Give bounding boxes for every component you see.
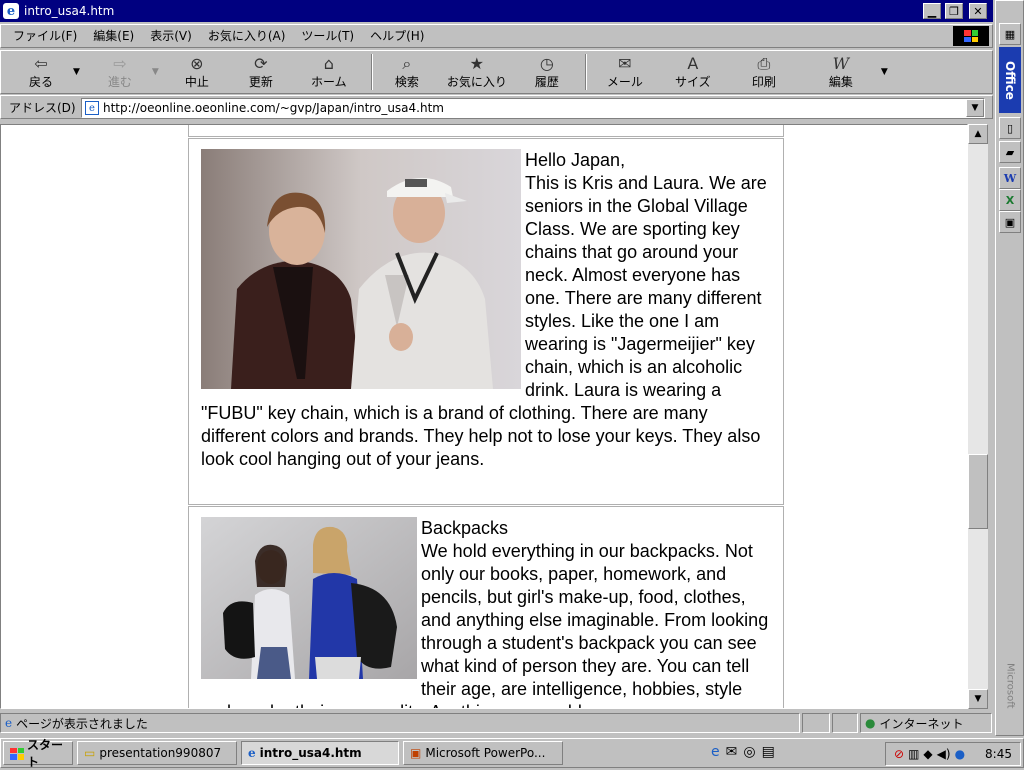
menu-help[interactable]: ヘルプ(H) xyxy=(362,25,432,47)
key-chains-card: Hello Japan, This is Kris and Laura. We … xyxy=(188,138,784,505)
system-tray: ⊘ ▥ ◆ ◀) ● 8:45 xyxy=(885,742,1021,766)
minimize-button[interactable]: ▁ xyxy=(923,3,941,19)
refresh-button[interactable]: ⟳ 更新 xyxy=(229,52,293,92)
status-text-panel: e ページが表示されました xyxy=(0,713,800,733)
home-button[interactable]: ⌂ ホーム xyxy=(297,52,361,92)
back-arrow-icon: ⇦ xyxy=(34,53,48,73)
office-menu-icon[interactable]: ▦ xyxy=(999,23,1021,45)
excel-icon[interactable]: X xyxy=(999,189,1021,211)
menu-file[interactable]: ファイル(F) xyxy=(5,25,85,47)
word-edit-icon: W xyxy=(832,53,850,73)
home-icon: ⌂ xyxy=(323,53,334,73)
internet-globe-icon: ● xyxy=(865,716,876,730)
forward-button[interactable]: ⇨ 進む xyxy=(90,52,150,92)
volume-icon[interactable]: ◀) xyxy=(937,747,951,761)
address-input[interactable]: e http://oeonline.oeonline.com/~gvp/Japa… xyxy=(81,98,985,118)
tray-icon[interactable]: ▥ xyxy=(908,747,919,761)
toolbar-separator xyxy=(370,54,373,90)
font-size-icon: A xyxy=(687,53,699,73)
tray-icon[interactable]: ⊘ xyxy=(894,747,904,761)
mail-button[interactable]: ✉ メール xyxy=(593,52,657,92)
address-dropdown-button[interactable]: ▼ xyxy=(966,99,984,117)
access-icon[interactable]: ▣ xyxy=(999,211,1021,233)
toolbar-separator xyxy=(584,54,587,90)
search-button[interactable]: ⌕ 検索 xyxy=(379,52,435,92)
security-zone-panel: ● インターネット xyxy=(860,713,992,733)
new-document-icon[interactable]: ▯ xyxy=(999,117,1021,139)
powerpoint-icon: ▣ xyxy=(410,746,422,760)
tray-icon[interactable]: ◆ xyxy=(923,747,932,761)
back-button[interactable]: ⇦ 戻る xyxy=(11,52,71,92)
page-done-icon: e xyxy=(5,716,13,730)
scroll-up-button[interactable]: ▲ xyxy=(968,124,988,144)
stop-icon: ⊗ xyxy=(190,53,204,73)
quick-launch: e ✉ ◎ ▤ xyxy=(711,744,775,760)
clock[interactable]: 8:45 xyxy=(985,747,1012,761)
menu-view[interactable]: 表示(V) xyxy=(142,25,200,47)
folder-icon: ▭ xyxy=(84,746,96,760)
ie-page-icon: e xyxy=(3,3,19,19)
stop-button[interactable]: ⊗ 中止 xyxy=(169,52,225,92)
vertical-scrollbar[interactable]: ▲ ▼ xyxy=(968,124,988,709)
menu-tools[interactable]: ツール(T) xyxy=(293,25,362,47)
channels-quicklaunch-icon[interactable]: ◎ xyxy=(743,744,755,760)
status-bar: e ページが表示されました ● インターネット xyxy=(0,711,993,735)
windows-logo-icon xyxy=(10,746,24,760)
backpacks-heading: Backpacks xyxy=(421,518,509,538)
address-bar: アドレス(D) e http://oeonline.oeonline.com/~… xyxy=(0,95,993,119)
forward-dropdown-icon[interactable]: ▼ xyxy=(152,67,159,77)
title-bar[interactable]: e intro_usa4.htm ▁ ❐ ✕ xyxy=(0,0,993,22)
menu-favorites[interactable]: お気に入り(A) xyxy=(200,25,294,47)
printer-icon: ⎙ xyxy=(757,53,771,73)
favorites-folder-icon: ★ xyxy=(469,53,485,73)
window-title: intro_usa4.htm xyxy=(24,4,115,18)
address-url: http://oeonline.oeonline.com/~gvp/Japan/… xyxy=(103,101,444,115)
start-button[interactable]: スタート xyxy=(3,738,73,769)
backpacks-card: Backpacks We hold everything in our back… xyxy=(188,506,784,708)
page-viewport[interactable]: Hello Japan, This is Kris and Laura. We … xyxy=(0,124,968,709)
favorites-button[interactable]: ★ お気に入り xyxy=(439,52,515,92)
kris-and-laura-photo xyxy=(201,149,521,389)
office-label-panel: Office xyxy=(999,47,1021,113)
taskbar: スタート ▭ presentation990807 e intro_usa4.h… xyxy=(0,738,1024,769)
refresh-icon: ⟳ xyxy=(254,53,268,73)
edit-dropdown-icon[interactable]: ▼ xyxy=(881,67,888,77)
close-button[interactable]: ✕ xyxy=(969,3,987,19)
back-dropdown-icon[interactable]: ▼ xyxy=(73,67,80,77)
status-panel xyxy=(832,713,858,733)
windows-logo-icon xyxy=(953,26,989,46)
status-panel xyxy=(802,713,830,733)
forward-arrow-icon: ⇨ xyxy=(113,53,127,73)
history-button[interactable]: ◷ 履歴 xyxy=(519,52,575,92)
toolbar: ⇦ 戻る ▼ ⇨ 進む ▼ ⊗ 中止 ⟳ 更新 ⌂ ホーム ⌕ 検索 ★ お気に… xyxy=(0,50,993,94)
greeting-text: Hello Japan, xyxy=(525,150,626,170)
microsoft-label: Microsoft xyxy=(1004,663,1016,709)
size-button[interactable]: A サイズ xyxy=(661,52,725,92)
scroll-thumb[interactable] xyxy=(968,454,988,529)
page-icon: e xyxy=(85,101,99,115)
edit-button[interactable]: W 編集 xyxy=(803,52,879,92)
scroll-down-button[interactable]: ▼ xyxy=(968,689,988,709)
menu-bar: ファイル(F) 編集(E) 表示(V) お気に入り(A) ツール(T) ヘルプ(… xyxy=(0,24,993,48)
address-label: アドレス(D) xyxy=(9,100,76,115)
open-document-icon[interactable]: ▰ xyxy=(999,141,1021,163)
menu-edit[interactable]: 編集(E) xyxy=(85,25,142,47)
previous-card xyxy=(188,125,784,137)
outlook-quicklaunch-icon[interactable]: ✉ xyxy=(726,744,738,760)
ie-icon: e xyxy=(248,746,256,760)
backpacks-photo xyxy=(201,517,417,679)
office-shortcut-bar: ▦ Office ▯ ▰ W X ▣ Microsoft xyxy=(995,0,1024,736)
ie-quicklaunch-icon[interactable]: e xyxy=(711,744,720,760)
search-icon: ⌕ xyxy=(402,53,412,73)
task-presentation-folder[interactable]: ▭ presentation990807 xyxy=(77,741,237,765)
maximize-button[interactable]: ❐ xyxy=(945,3,963,19)
history-icon: ◷ xyxy=(539,53,554,73)
desktop-quicklaunch-icon[interactable]: ▤ xyxy=(762,744,775,760)
print-button[interactable]: ⎙ 印刷 xyxy=(729,52,799,92)
mail-icon: ✉ xyxy=(618,53,632,73)
messenger-icon[interactable]: ● xyxy=(955,747,965,761)
task-powerpoint[interactable]: ▣ Microsoft PowerPo... xyxy=(403,741,563,765)
task-intro-usa4[interactable]: e intro_usa4.htm xyxy=(241,741,399,765)
word-icon[interactable]: W xyxy=(999,167,1021,189)
